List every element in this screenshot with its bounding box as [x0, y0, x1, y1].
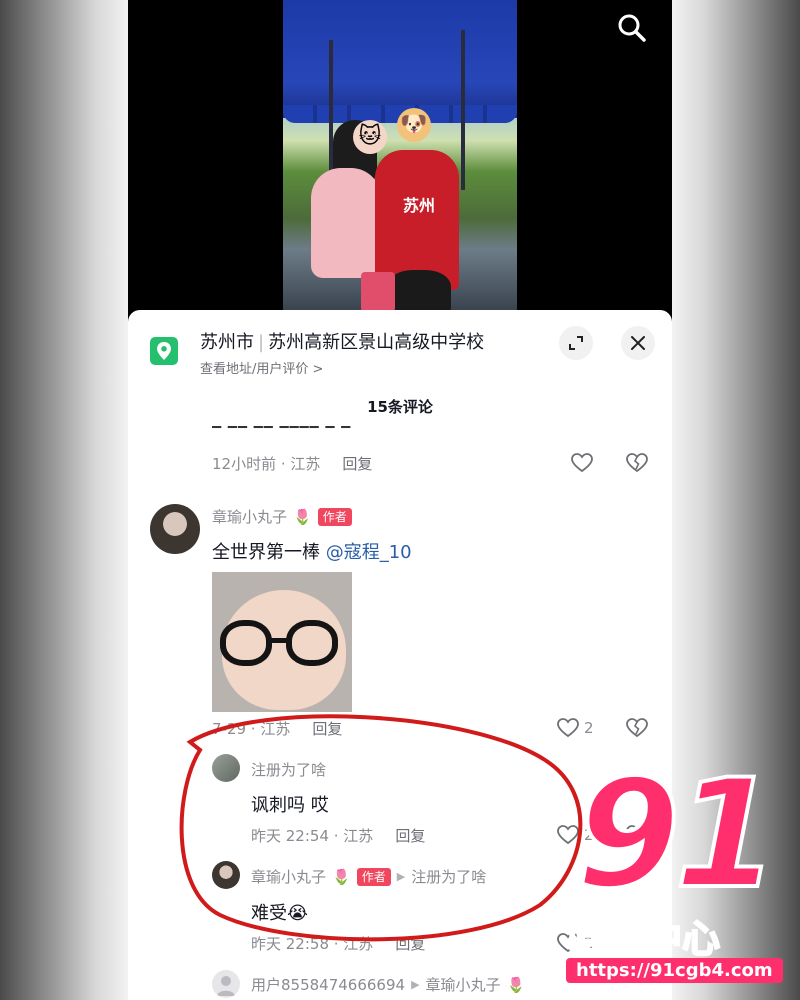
person-boy — [375, 150, 459, 290]
like-button[interactable] — [570, 451, 594, 475]
comment-meta: 12小时前 · 江苏 回复 — [212, 455, 373, 473]
glasses-left — [220, 620, 272, 666]
reply-button[interactable]: 回复 — [395, 827, 425, 845]
comment-text: 全世界第一棒 @寇程_10 — [212, 542, 412, 563]
reply-to-user[interactable]: 章瑜小丸子 — [426, 974, 501, 995]
broken-heart-icon — [626, 453, 648, 473]
like-button[interactable]: 2 — [556, 716, 594, 740]
reply-author[interactable]: 注册为了啥 — [251, 759, 326, 780]
person-boy-shorts — [387, 270, 451, 312]
truncated-comment-text: ━ ━━ ━━ ━━━━ ━ ━ — [212, 426, 352, 436]
default-user-icon — [217, 976, 235, 996]
avatar[interactable] — [150, 504, 200, 554]
jersey-text: 苏州 — [403, 196, 436, 215]
tent-pole — [461, 30, 465, 190]
close-button[interactable] — [621, 326, 655, 360]
reply-author[interactable]: 用户8558474666694 ▶ 章瑜小丸子 🌷 — [251, 974, 525, 995]
reply-author[interactable]: 章瑜小丸子 🌷 作者 ▶ 注册为了啥 — [251, 866, 486, 887]
close-icon — [631, 336, 645, 350]
reply-button[interactable]: 回复 — [395, 935, 425, 953]
comment-author[interactable]: 章瑜小丸子 🌷 作者 — [212, 506, 352, 527]
mention-link[interactable]: @寇程_10 — [326, 542, 412, 563]
avatar[interactable] — [212, 754, 240, 782]
flower-emoji-icon: 🌷 — [506, 975, 526, 994]
comment-image[interactable] — [212, 572, 352, 712]
video-area[interactable]: 苏州 🐱 🐶 — [128, 0, 672, 312]
heart-icon — [557, 718, 579, 738]
author-badge: 作者 — [317, 507, 352, 526]
comment-count: 15条评论 — [367, 398, 433, 416]
watermark-name: 吃瓜中心 — [567, 916, 721, 962]
location-pin-icon — [150, 337, 178, 365]
heart-icon — [571, 453, 593, 473]
cat-sticker-icon: 🐱 — [353, 120, 387, 154]
expand-button[interactable] — [559, 326, 593, 360]
expand-icon — [569, 336, 583, 350]
reply-arrow-icon: ▶ — [411, 978, 420, 991]
glasses-bridge — [268, 638, 290, 643]
watermark: 91 吃瓜中心 https://91cgb4.com — [558, 748, 788, 1000]
reply-button[interactable]: 回复 — [342, 455, 372, 473]
reply-meta: 昨天 22:54 · 江苏 回复 — [251, 827, 426, 845]
avatar[interactable] — [212, 970, 240, 998]
comment-meta: 7-29 · 江苏 回复 — [212, 720, 343, 738]
search-button[interactable] — [614, 10, 650, 46]
glasses-right — [286, 620, 338, 666]
avatar[interactable] — [212, 861, 240, 889]
video-frame: 苏州 🐱 🐶 — [283, 0, 517, 312]
dislike-button[interactable] — [625, 451, 649, 475]
watermark-url: https://91cgb4.com — [566, 958, 783, 983]
tent-canopy — [283, 0, 517, 118]
dislike-button[interactable] — [625, 716, 649, 740]
reply-to-user[interactable]: 注册为了啥 — [411, 866, 486, 887]
reply-text: 讽刺吗 哎 — [251, 795, 329, 816]
like-count: 2 — [584, 719, 594, 737]
reply-button[interactable]: 回复 — [312, 720, 342, 738]
location-city: 苏州市 — [200, 332, 254, 353]
person-girl — [311, 168, 381, 278]
shopping-bag — [361, 272, 395, 312]
flower-emoji-icon: 🌷 — [332, 867, 351, 886]
flower-emoji-icon: 🌷 — [293, 507, 312, 526]
watermark-number: 91 — [574, 748, 781, 922]
location-subtitle-link[interactable]: 查看地址/用户评价 > — [200, 358, 323, 377]
broken-heart-icon — [626, 718, 648, 738]
reply-meta: 昨天 22:58 · 江苏 回复 — [251, 935, 426, 953]
reply-text: 难受😭 — [251, 903, 309, 924]
dog-sticker-icon: 🐶 — [397, 108, 431, 142]
location-title: 苏州市 | 苏州高新区景山高级中学校 — [200, 328, 484, 354]
location-place: 苏州高新区景山高级中学校 — [268, 332, 485, 353]
author-badge: 作者 — [356, 867, 391, 886]
reply-arrow-icon: ▶ — [396, 870, 406, 883]
location-separator: | — [258, 332, 265, 353]
search-icon — [618, 14, 646, 42]
